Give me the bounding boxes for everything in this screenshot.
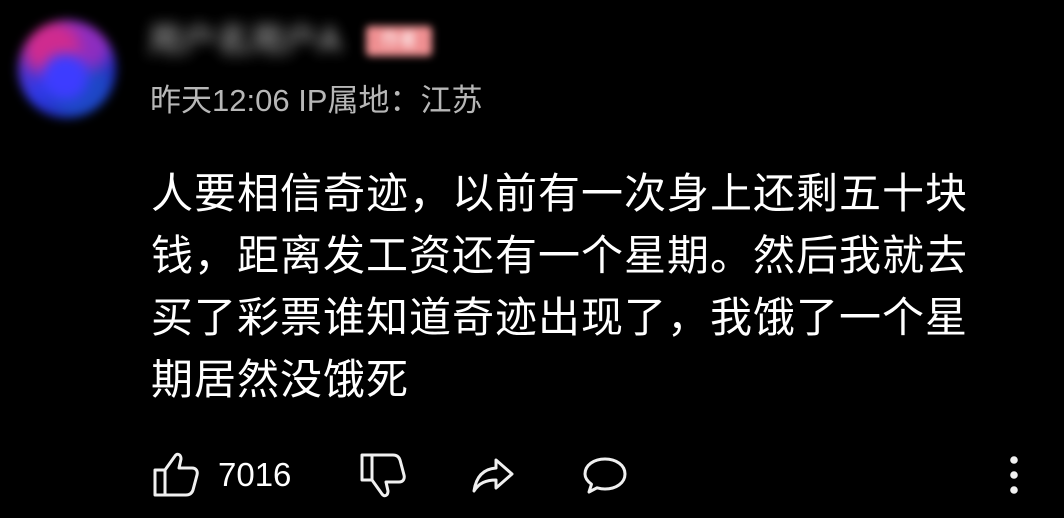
user-badge: 作者: [366, 26, 432, 56]
thumbs-up-icon: [150, 450, 202, 500]
share-button[interactable]: [468, 450, 518, 500]
comment-line-2: 钱，距离发工资还有一个星期。然后我就去: [151, 231, 969, 280]
share-arrow-icon: [468, 450, 518, 500]
more-options-button[interactable]: [1002, 450, 1026, 500]
comment-content: 人要相信奇迹，以前有一次身上还剩五十块 钱，距离发工资还有一个星期。然后我就去 …: [151, 163, 1041, 411]
comment-line-4: 期居然没饿死: [151, 355, 410, 404]
comment-card: 用户名用户A 作者 昨天12:06 IP属地：江苏 人要相信奇迹，以前有一次身上…: [0, 0, 1064, 518]
like-button[interactable]: 7016: [150, 450, 291, 500]
comment-line-1: 人要相信奇迹，以前有一次身上还剩五十块: [151, 169, 969, 218]
comment-meta: 昨天12:06 IP属地：江苏: [150, 83, 483, 118]
avatar[interactable]: [18, 20, 116, 118]
like-count: 7016: [218, 456, 292, 493]
comment-line-3: 买了彩票谁知道奇迹出现了，我饿了一个星: [151, 293, 969, 342]
more-vertical-icon: [1002, 450, 1026, 500]
comment-actions: 7016: [150, 450, 1030, 500]
thumbs-down-icon: [357, 450, 407, 500]
comment-bubble-icon: [580, 450, 630, 500]
reply-button[interactable]: [580, 450, 630, 500]
username[interactable]: 用户名用户A: [148, 20, 341, 62]
dislike-button[interactable]: [357, 450, 407, 500]
